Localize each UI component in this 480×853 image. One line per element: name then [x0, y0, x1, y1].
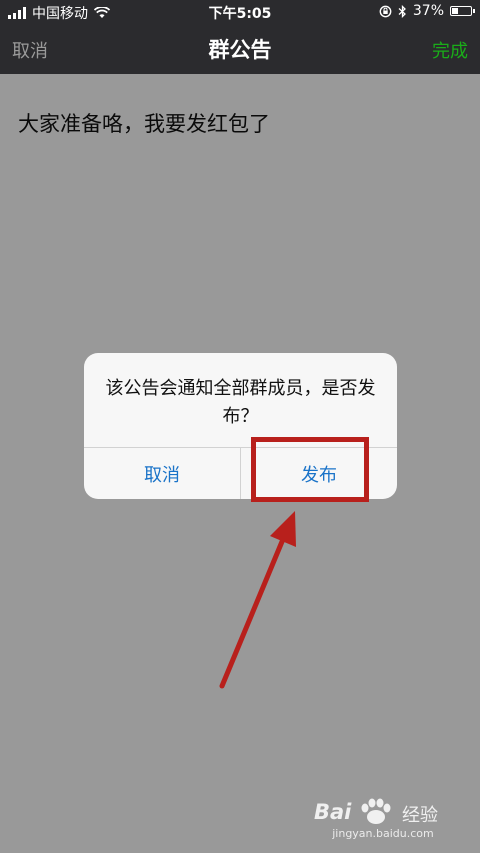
- watermark-logo: Bai: [314, 800, 352, 824]
- watermark-jingyan: 经验: [402, 805, 438, 826]
- paw-logo-icon: [361, 798, 391, 824]
- watermark-url: jingyan.baidu.com: [332, 827, 434, 840]
- phone-screen: 中国移动 下午5:05 37% 取消 群公告 完成 大家准备咯，我要发红包了 该…: [0, 0, 480, 853]
- annotation-arrow-icon: [219, 511, 296, 689]
- baidu-jingyan-watermark: Bai 经验 jingyan.baidu.com: [308, 798, 458, 845]
